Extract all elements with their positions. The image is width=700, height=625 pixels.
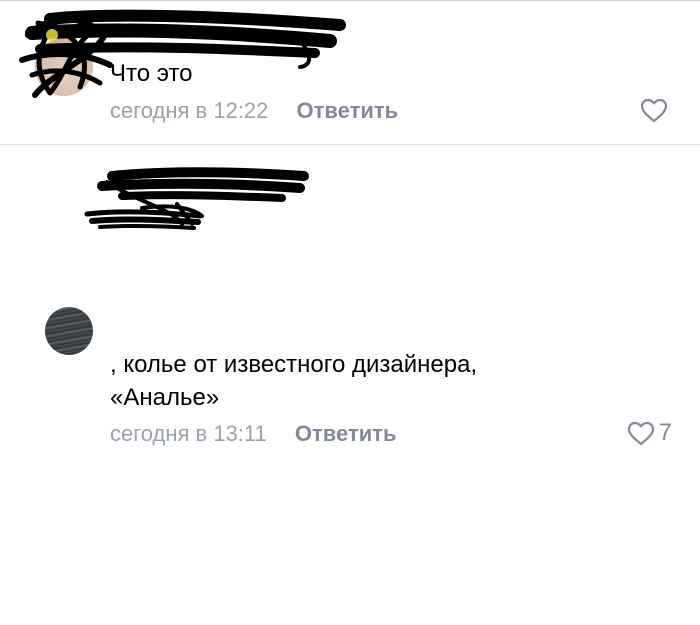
like-count: 7 [658, 419, 672, 446]
like-button[interactable]: 7 [627, 420, 672, 446]
timestamp: сегодня в 12:22 [110, 98, 269, 123]
heart-outline-icon [640, 98, 668, 123]
comment-text: Что это [110, 60, 193, 87]
comment-meta: сегодня в 13:11 Ответить [110, 421, 397, 447]
reply-button[interactable]: Ответить [297, 98, 399, 123]
reply-button[interactable]: Ответить [295, 421, 397, 446]
comment-text: , колье от известного дизайнера, «Аналье… [110, 351, 478, 411]
avatar[interactable] [45, 307, 93, 355]
comment-meta: сегодня в 12:22 Ответить [110, 98, 398, 124]
timestamp: сегодня в 13:11 [110, 421, 267, 446]
heart-outline-icon [627, 421, 654, 445]
comment: , колье от известного дизайнера, «Аналье… [0, 145, 700, 446]
comment: Что это сегодня в 12:22 Ответить [0, 0, 700, 144]
avatar[interactable] [35, 38, 93, 96]
like-button[interactable] [640, 98, 672, 123]
